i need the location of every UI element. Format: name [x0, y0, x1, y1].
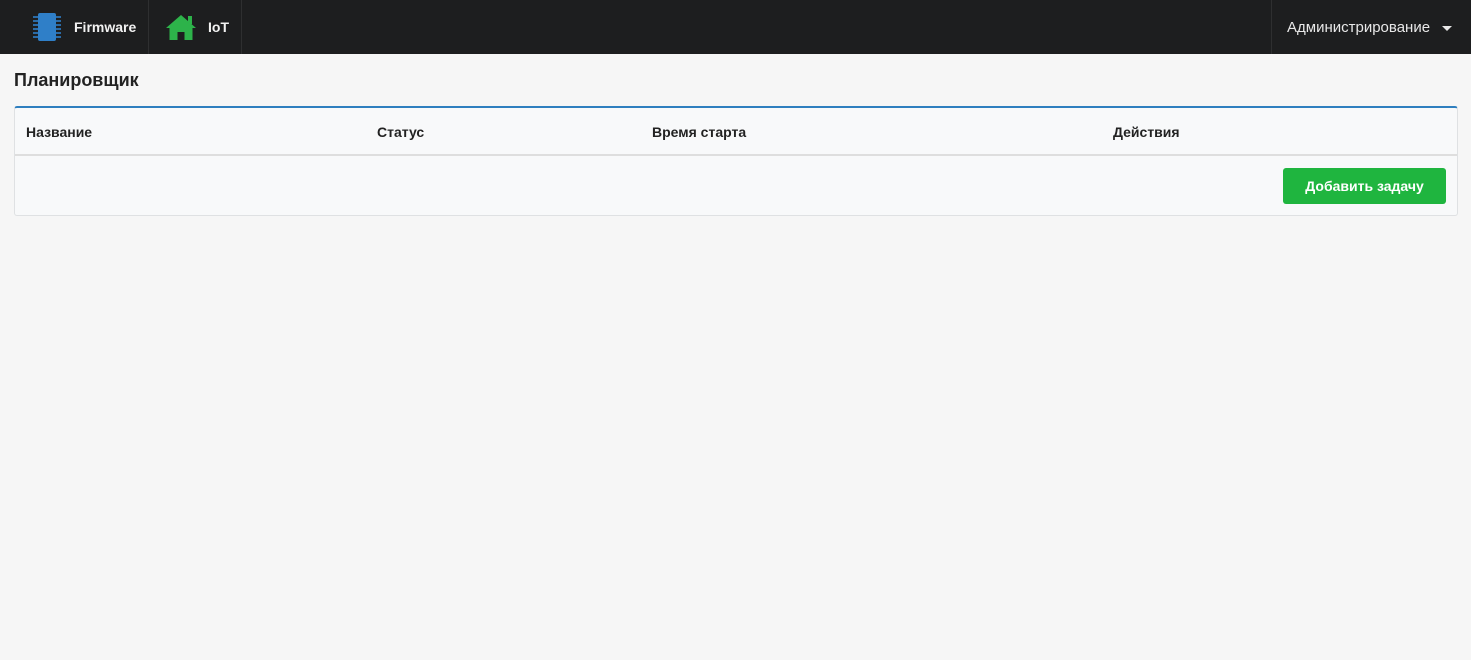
nav-item-label: IoT — [208, 19, 229, 35]
nav-item-iot[interactable]: IoT — [149, 0, 242, 54]
column-header-name: Название — [26, 124, 93, 140]
page-title: Планировщик — [14, 70, 139, 90]
nav-item-firmware[interactable]: Firmware — [0, 0, 149, 54]
add-task-button[interactable]: Добавить задачу — [1283, 168, 1446, 204]
column-header-actions: Действия — [1113, 124, 1180, 140]
admin-menu-label: Администрирование — [1287, 18, 1431, 36]
column-header-status: Статус — [377, 124, 425, 140]
admin-menu-dropdown[interactable]: Администрирование — [1271, 0, 1471, 54]
scheduler-table-panel: Название Статус Время старта Действия До… — [14, 106, 1458, 216]
top-navbar: Firmware IoT Администрирование — [0, 0, 1471, 54]
table-header: Название Статус Время старта Действия — [15, 108, 1457, 156]
column-header-start-time: Время старта — [652, 124, 747, 140]
chip-icon — [31, 11, 63, 43]
nav-item-label: Firmware — [74, 19, 137, 35]
home-icon — [165, 13, 197, 41]
caret-down-icon — [1442, 26, 1453, 31]
